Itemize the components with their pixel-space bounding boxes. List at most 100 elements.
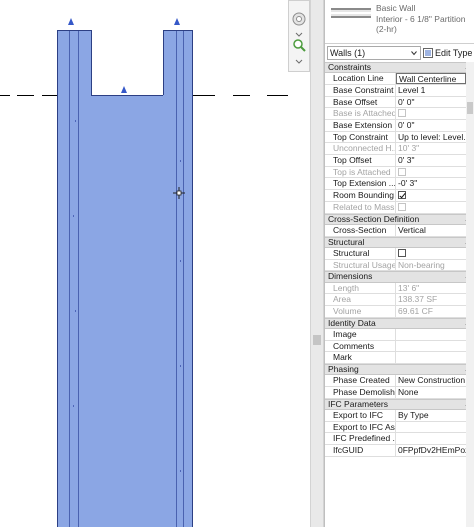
property-label: Mark: [325, 352, 396, 363]
property-label: Image: [325, 328, 396, 340]
property-comments[interactable]: Comments: [325, 340, 474, 353]
category-cross-section[interactable]: Cross-Section Definition▲: [325, 213, 474, 225]
property-value[interactable]: -0' 3": [396, 178, 466, 189]
base-attached-checkbox: [398, 109, 406, 118]
property-export-to-ifc[interactable]: Export to IFC By Type: [325, 409, 474, 422]
property-value[interactable]: 0' 3": [396, 155, 466, 166]
property-label: Structural Usage: [325, 259, 396, 271]
filter-selected-value: Walls (1): [330, 48, 366, 58]
property-export-to-ifc-as[interactable]: Export to IFC As: [325, 421, 474, 434]
property-top-extension[interactable]: Top Extension ... -0' 3": [325, 178, 474, 191]
wall-left-leg[interactable]: [57, 30, 91, 527]
property-label: Unconnected H...: [325, 143, 396, 155]
hatch-speck: [73, 215, 74, 217]
property-value[interactable]: [396, 422, 466, 433]
property-label: Export to IFC As: [325, 421, 396, 433]
category-label: Structural: [328, 236, 365, 247]
property-value[interactable]: [396, 352, 466, 363]
property-mark[interactable]: Mark: [325, 352, 474, 364]
wall-type-thumbnail-icon: [331, 8, 371, 18]
category-phasing[interactable]: Phasing▲: [325, 363, 474, 376]
property-room-bounding[interactable]: Room Bounding: [325, 190, 474, 202]
property-value[interactable]: [396, 329, 466, 340]
scrollbar-thumb[interactable]: [313, 335, 321, 345]
related-to-mass-checkbox: [398, 202, 406, 211]
property-label: Base Offset: [325, 96, 396, 108]
property-value[interactable]: [396, 433, 466, 444]
steering-wheel-icon[interactable]: [291, 11, 307, 27]
property-location-line[interactable]: Location Line Wall Centerline: [325, 73, 474, 85]
property-structural[interactable]: Structural: [325, 247, 474, 260]
category-label: Dimensions: [328, 271, 373, 282]
property-value: Non-bearing: [398, 259, 445, 270]
category-ifc-parameters[interactable]: IFC Parameters▲: [325, 398, 474, 410]
property-value[interactable]: Vertical: [396, 225, 466, 236]
type-name-line2: (2-hr): [376, 24, 397, 34]
property-base-constraint[interactable]: Base Constraint Level 1: [325, 84, 474, 97]
property-value[interactable]: New Construction: [396, 375, 466, 386]
wall-layer-line: [78, 31, 79, 527]
property-value[interactable]: None: [396, 387, 466, 398]
category-structural[interactable]: Structural▲: [325, 236, 474, 248]
wall-top-grip[interactable]: [174, 18, 180, 25]
property-value[interactable]: 0FPpfDv2HEmPoz...: [396, 445, 466, 456]
property-label: Area: [325, 294, 396, 305]
zoom-menu-icon[interactable]: [291, 54, 307, 70]
element-filter-dropdown[interactable]: Walls (1): [327, 46, 421, 60]
type-family: Basic Wall: [376, 3, 416, 13]
property-label: Cross-Section: [325, 224, 396, 236]
property-label: Top Extension ...: [325, 178, 396, 190]
type-name: Basic Wall Interior - 6 1/8" Partition (…: [376, 3, 472, 35]
property-length: Length 13' 6": [325, 282, 474, 295]
property-value: 138.37 SF: [398, 294, 438, 305]
wall-layer-line: [176, 31, 177, 527]
wall-edge-left-top: [57, 30, 91, 31]
category-identity-data[interactable]: Identity Data▲: [325, 317, 474, 329]
wall-layer-line: [69, 31, 70, 527]
property-value[interactable]: 0' 0": [396, 120, 466, 131]
category-constraints[interactable]: Constraints▲: [325, 62, 474, 74]
wall-edge-right-inner: [163, 30, 164, 95]
top-attached-checkbox: [398, 167, 406, 176]
property-label: Top Offset: [325, 155, 396, 166]
property-top-offset[interactable]: Top Offset 0' 3": [325, 155, 474, 167]
properties-scrollbar[interactable]: [466, 62, 474, 527]
navbar-spacer: [288, 72, 310, 527]
property-cross-section[interactable]: Cross-Section Vertical: [325, 224, 474, 237]
property-base-offset[interactable]: Base Offset 0' 0": [325, 96, 474, 109]
structural-checkbox[interactable]: [398, 248, 406, 257]
property-top-attached: Top is Attached: [325, 166, 474, 179]
property-image[interactable]: Image: [325, 328, 474, 341]
wall-right-leg[interactable]: [163, 30, 193, 527]
properties-scrollbar-thumb[interactable]: [467, 102, 473, 114]
room-bounding-checkbox[interactable]: [398, 191, 406, 200]
property-value[interactable]: 0' 0": [396, 97, 466, 108]
edit-type-button[interactable]: Edit Type: [423, 46, 473, 60]
property-value[interactable]: By Type: [396, 410, 466, 421]
reference-grip[interactable]: [121, 86, 127, 93]
wall-top-grip[interactable]: [68, 18, 74, 25]
property-base-attached: Base is Attached: [325, 108, 474, 121]
property-unconnected-height: Unconnected H... 10' 3": [325, 143, 474, 156]
property-value-input[interactable]: Wall Centerline: [396, 73, 466, 84]
property-value[interactable]: Level 1: [396, 85, 466, 96]
type-selector[interactable]: Basic Wall Interior - 6 1/8" Partition (…: [325, 0, 474, 44]
property-phase-demolished[interactable]: Phase Demolish... None: [325, 386, 474, 399]
property-ifc-predefined[interactable]: IFC Predefined ...: [325, 433, 474, 445]
drawing-canvas[interactable]: [0, 0, 290, 527]
property-value: 10' 3": [398, 143, 420, 154]
zoom-icon[interactable]: [291, 37, 307, 53]
category-label: Phasing: [328, 363, 359, 374]
property-phase-created[interactable]: Phase Created New Construction: [325, 375, 474, 387]
wall-body[interactable]: [91, 95, 163, 527]
property-value[interactable]: [396, 341, 466, 352]
property-related-to-mass: Related to Mass: [325, 201, 474, 214]
view-scrollbar[interactable]: [310, 0, 324, 527]
property-top-constraint[interactable]: Top Constraint Up to level: Level...: [325, 131, 474, 144]
property-ifc-guid[interactable]: IfcGUID0FPpfDv2HEmPoz...: [325, 444, 474, 457]
wall-edge-right-outer: [192, 30, 193, 527]
property-base-extension[interactable]: Base Extension ... 0' 0": [325, 120, 474, 132]
category-dimensions[interactable]: Dimensions▲: [325, 271, 474, 283]
property-value[interactable]: Up to level: Level...: [396, 132, 466, 143]
hatch-speck: [180, 260, 181, 262]
